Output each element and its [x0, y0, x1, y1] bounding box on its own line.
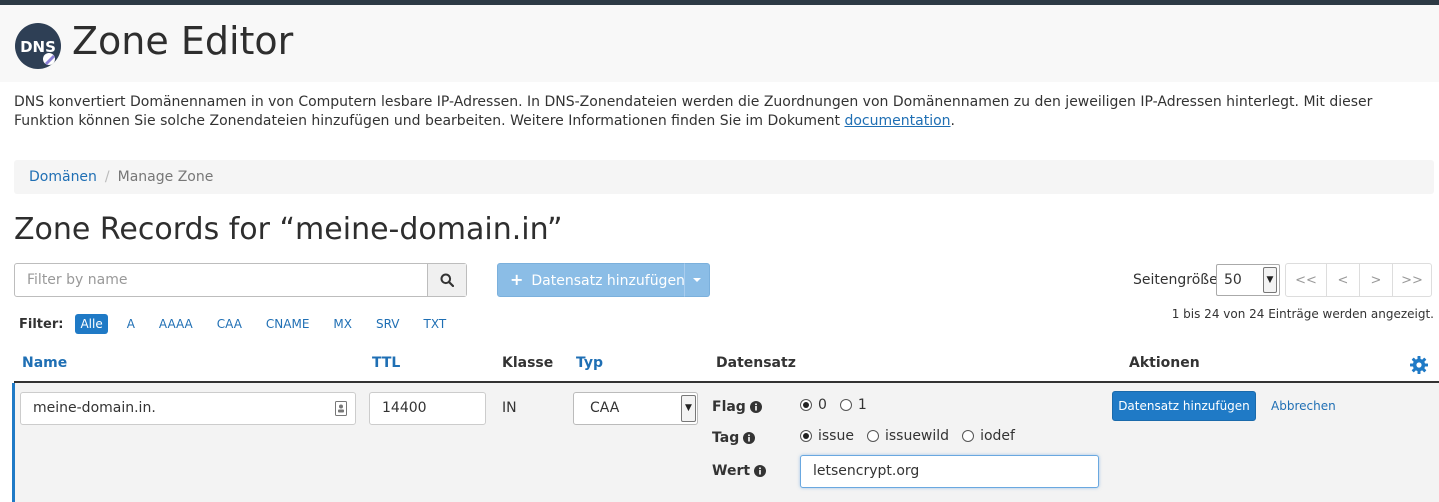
breadcrumb-manage-zone: Manage Zone	[117, 169, 214, 185]
pager-next[interactable]: >	[1359, 263, 1393, 297]
filter-aaaa[interactable]: AAAA	[154, 314, 198, 334]
header-typ[interactable]: Typ	[576, 355, 603, 371]
dns-logo-icon: DNS	[15, 23, 61, 69]
page-title: Zone Records for “meine-domain.in”	[14, 212, 563, 247]
add-record-button-group: + Datensatz hinzufügen	[497, 263, 710, 297]
flag-label: Flag	[712, 399, 762, 415]
plus-icon: +	[510, 270, 524, 289]
ttl-input[interactable]: 14400	[369, 392, 486, 425]
filter-all[interactable]: Alle	[75, 314, 108, 334]
breadcrumb: Domänen / Manage Zone	[14, 160, 1434, 194]
chevron-down-icon: ▼	[1263, 267, 1277, 293]
flag-radio-1[interactable]: 1	[839, 397, 867, 413]
filter-input[interactable]	[15, 264, 428, 296]
tag-radio-issue[interactable]: issue	[800, 428, 854, 444]
search-icon	[440, 273, 454, 287]
radio-checked-icon	[800, 430, 812, 442]
breadcrumb-domains[interactable]: Domänen	[29, 169, 97, 185]
tag-radio-group: issue issuewild iodef	[800, 428, 1028, 444]
wert-input[interactable]: letsencrypt.org	[800, 455, 1099, 488]
app-title: Zone Editor	[72, 19, 294, 63]
filter-mx[interactable]: MX	[328, 314, 357, 334]
filter-search-box	[14, 263, 467, 297]
info-icon[interactable]	[743, 432, 756, 444]
table-header: Name TTL Klasse Typ Datensatz Aktionen	[14, 347, 1439, 383]
header-datensatz: Datensatz	[716, 355, 796, 371]
filter-caa[interactable]: CAA	[212, 314, 247, 334]
documentation-link[interactable]: documentation	[844, 113, 950, 129]
pager-last[interactable]: >>	[1392, 263, 1432, 297]
filter-txt[interactable]: TXT	[419, 314, 452, 334]
record-type-select[interactable]: CAA ▼	[573, 392, 698, 425]
flag-radio-0[interactable]: 0	[800, 397, 827, 413]
record-name-input[interactable]: meine-domain.in.	[20, 392, 356, 425]
page-size-select[interactable]: 50 ▼	[1216, 264, 1280, 296]
save-record-button[interactable]: Datensatz hinzufügen	[1112, 391, 1256, 421]
header-klasse: Klasse	[502, 355, 554, 371]
header-aktionen: Aktionen	[1129, 355, 1200, 371]
pagination: << < > >>	[1285, 263, 1432, 297]
search-button[interactable]	[427, 264, 466, 296]
caret-down-icon	[693, 278, 701, 282]
wert-label: Wert	[712, 463, 767, 479]
radio-empty-icon	[962, 430, 975, 442]
tag-label: Tag	[712, 430, 756, 446]
radio-checked-icon	[800, 399, 812, 411]
cancel-link[interactable]: Abbrechen	[1271, 399, 1336, 413]
page-size-label: Seitengröße	[1133, 272, 1218, 288]
add-record-dropdown-toggle[interactable]	[684, 263, 710, 297]
chevron-down-icon: ▼	[681, 395, 696, 422]
radio-empty-icon	[866, 430, 879, 442]
info-icon[interactable]	[754, 465, 767, 477]
filter-label: Filter:	[19, 316, 64, 332]
info-icon[interactable]	[749, 401, 762, 413]
radio-empty-icon	[839, 399, 852, 411]
type-filter-bar: Filter: Alle A AAAA CAA CNAME MX SRV TXT	[19, 313, 465, 335]
tag-radio-issuewild[interactable]: issuewild	[866, 428, 949, 444]
tag-radio-iodef[interactable]: iodef	[962, 428, 1015, 444]
header-ttl[interactable]: TTL	[372, 355, 400, 371]
contact-card-icon	[335, 401, 347, 416]
filter-cname[interactable]: CNAME	[261, 314, 315, 334]
flag-radio-group: 0 1	[800, 397, 880, 413]
header-name[interactable]: Name	[22, 355, 67, 371]
pager-first[interactable]: <<	[1285, 263, 1327, 297]
filter-a[interactable]: A	[122, 314, 140, 334]
record-class: IN	[502, 400, 517, 416]
pager-prev[interactable]: <	[1326, 263, 1360, 297]
add-record-button[interactable]: + Datensatz hinzufügen	[497, 263, 685, 297]
app-header: DNS Zone Editor	[0, 5, 1439, 82]
page-description: DNS konvertiert Domänennamen in von Comp…	[14, 94, 1373, 129]
filter-srv[interactable]: SRV	[371, 314, 405, 334]
gear-icon[interactable]	[1409, 355, 1429, 375]
entries-info: 1 bis 24 von 24 Einträge werden angezeig…	[1171, 307, 1434, 321]
breadcrumb-separator: /	[104, 169, 110, 185]
